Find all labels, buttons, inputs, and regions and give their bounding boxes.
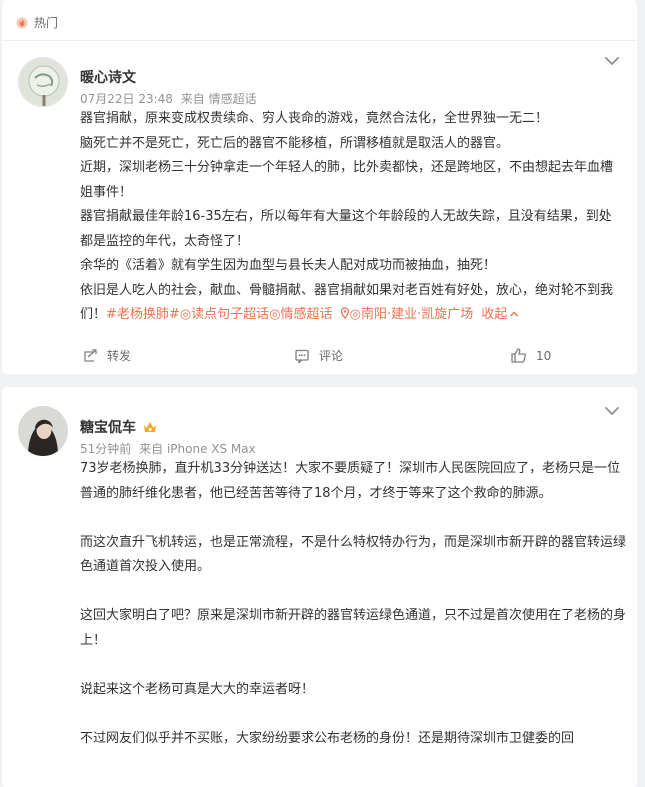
post-source[interactable]: 情感超话 (209, 92, 257, 106)
location-link[interactable]: ◎南阳·建业·凯旋广场 (350, 307, 474, 322)
comment-label: 评论 (319, 349, 344, 363)
chevron-up-icon[interactable] (509, 310, 519, 318)
avatar[interactable] (18, 57, 68, 107)
post-line: 依旧是人吃人的社会，献血、骨髓捐献、器官捐献如果对老百姓有好处，放心，绝对轮不到… (80, 279, 616, 328)
repost-icon (84, 348, 97, 362)
location-icon (340, 307, 349, 319)
collapse-link[interactable]: 收起 (481, 307, 507, 322)
post-source: iPhone XS Max (166, 442, 256, 456)
chevron-down-icon[interactable] (604, 406, 620, 416)
post-time[interactable]: 51分钟前 (80, 442, 131, 456)
post-line: 余华的《活着》就有学生因为血型与县长夫人配对成功而被抽血，抽死！ (80, 258, 497, 273)
author-name[interactable]: 糖宝侃车 (80, 417, 136, 437)
hot-label: 热门 (34, 16, 59, 30)
post-card: 热门 暖心诗文 07月22日 23:48 来自 情感超话 器官捐献，原来变成权贵… (2, 0, 637, 374)
source-prefix: 来自 (180, 92, 205, 106)
comment-icon (295, 349, 309, 364)
post-line: 近期，深圳老杨三十分钟拿走一个年轻人的肺，比外卖都快，还是跨地区，不由想起去年血… (80, 160, 614, 200)
divider (2, 40, 637, 41)
post-paragraph: 而这次直升飞机转运，也是正常流程，不是什么特权特办行为，而是深圳市新开辟的器官转… (80, 534, 627, 575)
post-line: 脑死亡并不是死亡，死亡后的器官不能移植，所谓移植就是取活人的器官。 (80, 135, 510, 151)
post-body: 73岁老杨换肺，直升机33分钟送达！大家不要质疑了！深圳市人民医院回应了，老杨只… (80, 457, 626, 751)
fire-icon (16, 17, 28, 28)
source-prefix: 来自 (139, 442, 164, 456)
author-name-row: 糖宝侃车 (80, 417, 158, 437)
avatar[interactable] (18, 406, 68, 456)
author-name[interactable]: 暖心诗文 (80, 67, 136, 87)
topic-tag[interactable]: #老杨换肺# (106, 307, 180, 322)
post-line: 器官捐献最佳年龄16-35左右，所以每年有大量这个年龄段的人无故失踪，且没有结果… (80, 209, 612, 249)
post-time[interactable]: 07月22日 23:48 (80, 92, 173, 106)
post-body: 器官捐献，原来变成权贵续命、穷人丧命的游戏，竟然合法化，全世界独一无二！ 脑死亡… (80, 107, 616, 328)
post-card: 糖宝侃车 51分钟前 来自 iPhone XS Max 73岁老杨换肺，直升机3… (2, 387, 637, 787)
chevron-down-icon[interactable] (604, 56, 620, 66)
post-paragraph: 不过网友们似乎并不买账，大家纷纷要求公布老杨的身份！还是期待深圳市卫健委的回 (80, 730, 575, 746)
verified-badge-icon[interactable] (142, 420, 158, 434)
comment-button[interactable]: 评论 (294, 347, 343, 364)
like-icon (511, 348, 526, 363)
super-topic-link[interactable]: ◎读点句子超话 (180, 307, 269, 322)
post-meta: 07月22日 23:48 来自 情感超话 (80, 90, 257, 107)
like-button[interactable]: 10 (510, 347, 551, 364)
post-paragraph: 73岁老杨换肺，直升机33分钟送达！大家不要质疑了！深圳市人民医院回应了，老杨只… (80, 461, 621, 501)
repost-label: 转发 (107, 349, 132, 363)
like-count: 10 (536, 348, 552, 363)
post-paragraph: 这回大家明白了吧？原来是深圳市新开辟的器官转运绿色通道，只不过是首次使用在了老杨… (80, 608, 627, 648)
repost-button[interactable]: 转发 (82, 347, 131, 364)
post-paragraph: 说起来这个老杨可真是大大的幸运者呀！ (80, 681, 315, 697)
super-topic-link[interactable]: ◎情感超话 (269, 307, 332, 322)
post-line: 器官捐献，原来变成权贵续命、穷人丧命的游戏，竟然合法化，全世界独一无二！ (80, 111, 549, 126)
hot-section-header: 热门 (16, 14, 58, 31)
post-meta: 51分钟前 来自 iPhone XS Max (80, 440, 256, 457)
